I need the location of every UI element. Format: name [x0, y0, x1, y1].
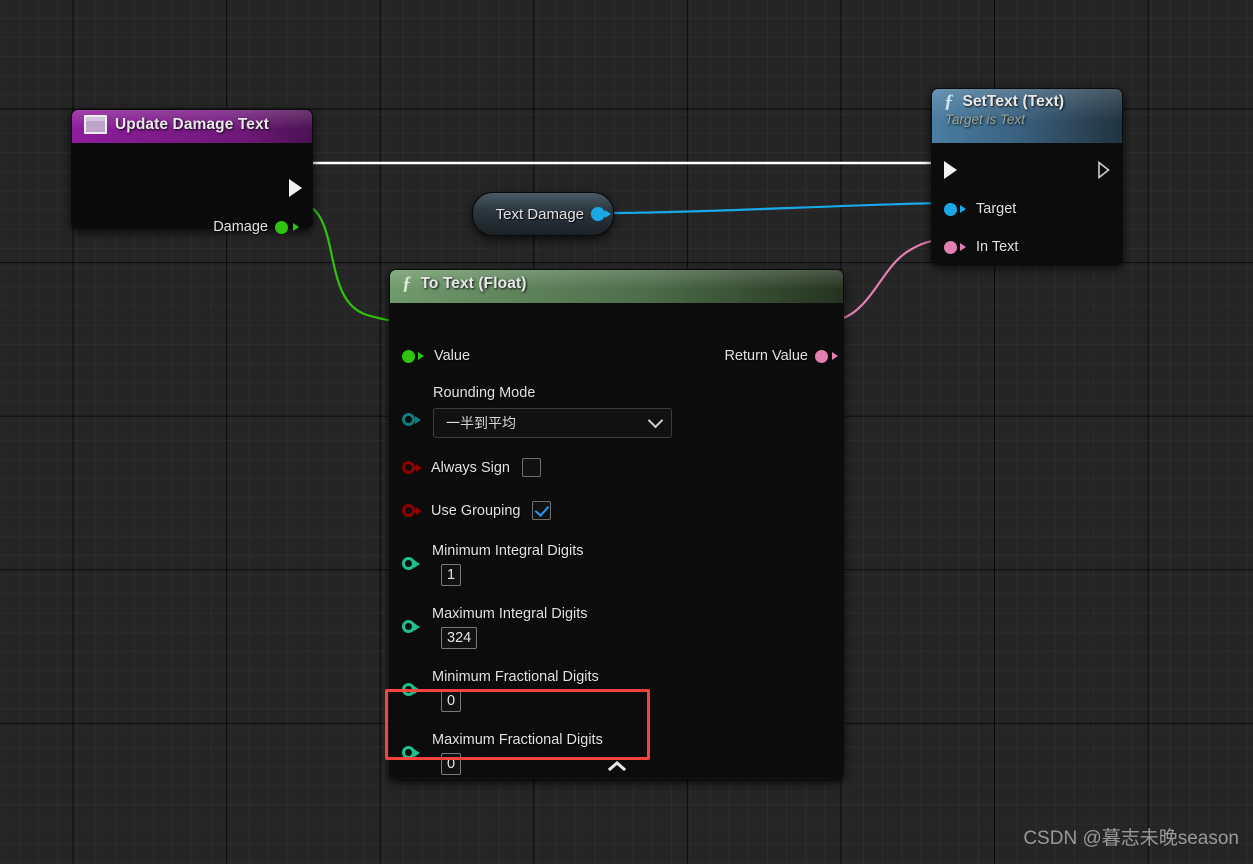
node-body-settext: Target In Text [932, 143, 1122, 264]
pin-row-value-input[interactable]: Value [402, 348, 470, 364]
pin-label-return-value: Return Value [724, 348, 808, 364]
wire-object-textdamage-to-target [611, 201, 949, 215]
function-f-icon-to-text: ƒ [402, 273, 412, 294]
node-header-to-text-float: ƒ To Text (Float) [390, 270, 843, 303]
node-text-damage-variable[interactable]: Text Damage [472, 192, 614, 236]
label-rounding-mode: Rounding Mode [433, 385, 536, 401]
event-node-icon [84, 115, 107, 134]
exec-out-pin-icon[interactable] [289, 179, 302, 197]
pin-icon-min-fractional[interactable] [402, 683, 420, 696]
pin-icon-rounding-mode[interactable] [402, 413, 421, 426]
always-sign-pin-icon[interactable] [402, 461, 415, 474]
exec-out-pin-icon-hollow[interactable] [1097, 160, 1111, 180]
chevron-down-icon [647, 412, 664, 428]
rounding-mode-pin-icon[interactable] [402, 413, 415, 426]
min-fractional-digits-pin-arrow [414, 685, 420, 694]
prop-maximum-fractional-digits: Maximum Fractional Digits 0 [432, 732, 603, 775]
node-body-to-text-float: Value Return Value Rounding Mode 一半到平均 A… [390, 303, 843, 778]
pin-label-value: Value [434, 348, 471, 364]
return-value-pin-arrow [832, 352, 838, 360]
text-damage-out-pin-icon[interactable] [591, 207, 605, 221]
damage-out-pin-arrow [293, 223, 299, 231]
node-body-update-damage-text: Damage [72, 143, 312, 235]
pin-label-damage: Damage [213, 219, 268, 235]
prop-maximum-integral-digits: Maximum Integral Digits 324 [432, 606, 588, 649]
node-settext-text[interactable]: ƒ SetText (Text) Target is Text Target I… [931, 88, 1123, 265]
return-value-pin-icon[interactable] [815, 349, 828, 363]
rounding-mode-selected-value: 一半到平均 [446, 415, 516, 431]
value-pin-icon[interactable] [402, 349, 415, 363]
node-header-settext: ƒ SetText (Text) Target is Text [932, 89, 1122, 143]
node-title-text-damage: Text Damage [495, 205, 584, 223]
max-fractional-digits-pin-arrow [414, 748, 420, 757]
max-integral-digits-pin-arrow [414, 622, 420, 631]
always-sign-checkbox[interactable] [521, 458, 541, 477]
use-grouping-pin-arrow [416, 506, 422, 515]
min-integral-digits-pin-arrow [414, 559, 420, 568]
prop-minimum-integral-digits: Minimum Integral Digits 1 [432, 543, 584, 586]
prop-use-grouping: Use Grouping [402, 501, 552, 520]
prop-minimum-fractional-digits: Minimum Fractional Digits 0 [432, 669, 599, 712]
pin-row-exec-out[interactable] [289, 179, 302, 197]
node-title-update-damage-text: Update Damage Text [115, 115, 269, 133]
label-minimum-integral-digits: Minimum Integral Digits [432, 543, 584, 559]
pin-label-in-text: In Text [976, 239, 1019, 255]
check-icon [534, 501, 550, 518]
pin-row-settext-target[interactable]: Target [944, 201, 1016, 217]
maximum-fractional-digits-input[interactable]: 0 [441, 753, 462, 775]
function-f-icon-settext: ƒ [944, 91, 954, 112]
prop-rounding-mode: Rounding Mode 一半到平均 [433, 385, 683, 438]
pin-label-target: Target [976, 201, 1017, 217]
node-title-settext: SetText (Text) [962, 93, 1065, 110]
node-subtitle-settext: Target is Text [945, 112, 1026, 127]
collapse-advanced-chevron[interactable] [606, 760, 628, 772]
pin-icon-max-integral[interactable] [402, 620, 420, 633]
rounding-mode-pin-arrow [415, 415, 421, 424]
damage-out-pin-icon[interactable] [275, 220, 288, 234]
text-damage-out-pin-arrow [605, 210, 611, 218]
always-sign-pin-arrow [416, 463, 422, 472]
target-pin-arrow [960, 205, 966, 213]
rounding-mode-dropdown[interactable]: 一半到平均 [433, 408, 672, 438]
label-use-grouping: Use Grouping [431, 502, 521, 519]
in-text-pin-arrow [960, 243, 966, 251]
exec-in-pin-icon[interactable] [944, 161, 957, 179]
in-text-pin-icon[interactable] [944, 240, 957, 254]
pin-row-return-value[interactable]: Return Value [724, 348, 838, 364]
minimum-fractional-digits-input[interactable]: 0 [441, 690, 462, 712]
target-pin-icon[interactable] [944, 202, 957, 216]
label-maximum-fractional-digits: Maximum Fractional Digits [432, 732, 603, 748]
node-title-to-text-float: To Text (Float) [420, 275, 527, 292]
label-maximum-integral-digits: Maximum Integral Digits [432, 606, 588, 622]
node-header-update-damage-text: Update Damage Text [72, 110, 312, 143]
label-minimum-fractional-digits: Minimum Fractional Digits [432, 669, 599, 685]
pin-icon-max-fractional[interactable] [402, 746, 420, 759]
value-pin-arrow [418, 352, 424, 360]
text-damage-inner: Text Damage [473, 193, 613, 235]
pin-row-settext-exec-out[interactable] [1097, 160, 1111, 180]
maximum-integral-digits-input[interactable]: 324 [441, 627, 478, 649]
node-to-text-float[interactable]: ƒ To Text (Float) Value Return Value Rou… [389, 269, 844, 780]
csdn-watermark: CSDN @暮志未晚season [1023, 828, 1239, 849]
prop-always-sign: Always Sign [402, 458, 541, 477]
pin-row-settext-intext[interactable]: In Text [944, 239, 1018, 255]
node-update-damage-text[interactable]: Update Damage Text Damage [71, 109, 313, 235]
pin-row-damage-out[interactable]: Damage [213, 219, 299, 235]
minimum-integral-digits-input[interactable]: 1 [441, 564, 462, 586]
use-grouping-pin-icon[interactable] [402, 504, 415, 517]
pin-icon-min-integral[interactable] [402, 557, 420, 570]
pin-row-settext-exec-in[interactable] [944, 161, 957, 179]
blueprint-graph-canvas[interactable]: Update Damage Text Damage Text Damage ƒ … [0, 0, 1253, 864]
label-always-sign: Always Sign [431, 459, 510, 476]
use-grouping-checkbox[interactable] [532, 501, 552, 520]
